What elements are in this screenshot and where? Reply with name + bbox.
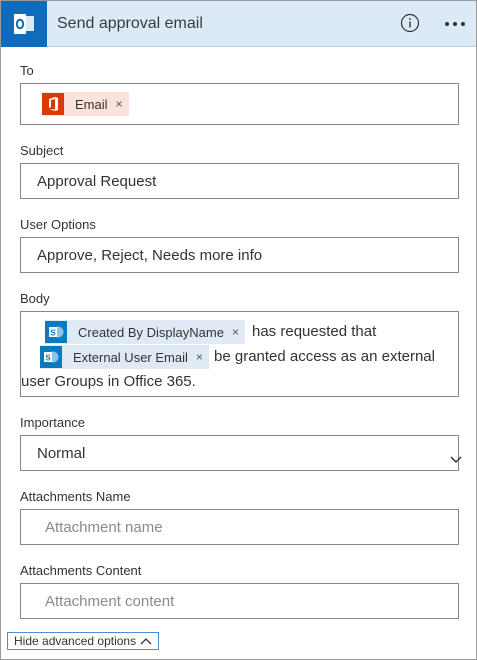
attachments-name-input[interactable]: Attachment name (20, 509, 459, 545)
email-token[interactable]: Email × (42, 92, 129, 116)
attachments-name-label: Attachments Name (20, 489, 131, 504)
attachments-name-placeholder: Attachment name (45, 519, 163, 536)
remove-token-icon[interactable]: × (116, 97, 129, 111)
sharepoint-icon: S (45, 321, 67, 343)
info-icon[interactable] (400, 13, 420, 33)
office-icon (42, 93, 64, 115)
token-label: Email (75, 96, 108, 112)
attachments-content-placeholder: Attachment content (45, 593, 175, 610)
importance-value: Normal (37, 445, 86, 462)
importance-label: Importance (20, 415, 86, 430)
body-field[interactable]: S Created By DisplayName × has requested… (20, 311, 459, 397)
body-text-2: be granted access as an external (214, 348, 435, 365)
importance-select[interactable]: Normal (20, 435, 462, 471)
svg-text:S: S (45, 354, 51, 363)
svg-text:S: S (50, 329, 56, 338)
token-label: Created By DisplayName (78, 324, 224, 340)
card-title: Send approval email (57, 15, 203, 32)
token-label: External User Email (73, 349, 188, 365)
body-text-3: user Groups in Office 365. (21, 373, 196, 390)
card-header[interactable]: Send approval email (1, 1, 476, 47)
action-card: Send approval email To Email × Subject A… (0, 0, 477, 660)
to-field[interactable]: Email × (20, 83, 459, 125)
subject-value: Approval Request (37, 173, 157, 190)
to-label: To (20, 63, 34, 78)
external-user-email-token[interactable]: S External User Email × (40, 345, 209, 369)
sharepoint-icon: S (40, 346, 62, 368)
more-options-icon[interactable] (444, 15, 466, 33)
subject-field[interactable]: Approval Request (20, 163, 459, 199)
attachments-content-input[interactable]: Attachment content (20, 583, 459, 619)
user-options-field[interactable]: Approve, Reject, Needs more info (20, 237, 459, 273)
user-options-value: Approve, Reject, Needs more info (37, 247, 263, 264)
hide-advanced-options-button[interactable]: Hide advanced options (7, 632, 160, 650)
outlook-icon (1, 1, 47, 47)
remove-token-icon[interactable]: × (232, 325, 245, 339)
user-options-label: User Options (20, 217, 96, 232)
chevron-down-icon[interactable] (449, 452, 463, 464)
hide-advanced-options-label: Hide advanced options (14, 634, 137, 648)
subject-label: Subject (20, 143, 64, 158)
remove-token-icon[interactable]: × (196, 350, 209, 364)
created-by-token[interactable]: S Created By DisplayName × (45, 320, 245, 344)
chevron-up-icon (140, 638, 152, 645)
body-label: Body (20, 291, 50, 306)
attachments-content-label: Attachments Content (20, 563, 142, 578)
body-text-1: has requested that (252, 323, 377, 340)
